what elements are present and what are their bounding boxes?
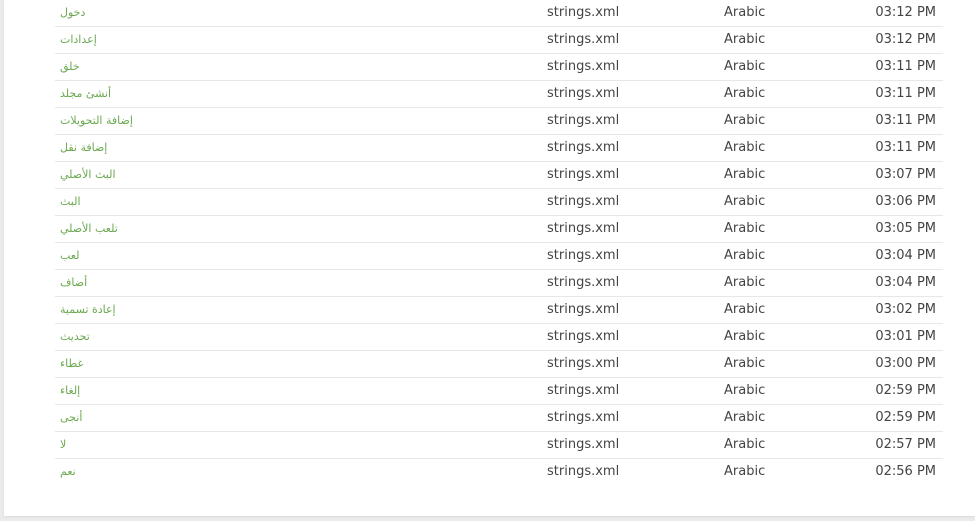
language-name: Arabic bbox=[724, 302, 766, 317]
file-name: strings.xml bbox=[547, 356, 620, 371]
timestamp: 03:12 PM bbox=[875, 32, 936, 47]
table-row: لعب strings.xml Arabic 03:04 PM bbox=[55, 243, 943, 270]
language-name: Arabic bbox=[724, 167, 766, 182]
file-name: strings.xml bbox=[547, 194, 620, 209]
table-row: لا strings.xml Arabic 02:57 PM bbox=[55, 432, 943, 459]
table-row: إعدادات strings.xml Arabic 03:12 PM bbox=[55, 27, 943, 54]
file-name: strings.xml bbox=[547, 5, 620, 20]
translation-text-link[interactable]: إضافة التحويلات bbox=[60, 108, 133, 134]
translation-text-link[interactable]: أنشئ مجلد bbox=[60, 81, 111, 107]
file-name: strings.xml bbox=[547, 59, 620, 74]
file-name: strings.xml bbox=[547, 221, 620, 236]
translation-text-link[interactable]: نعم bbox=[60, 459, 76, 485]
timestamp: 03:12 PM bbox=[875, 5, 936, 20]
timestamp: 03:11 PM bbox=[875, 113, 936, 128]
table-row: غطاء strings.xml Arabic 03:00 PM bbox=[55, 351, 943, 378]
table-row: تحديث strings.xml Arabic 03:01 PM bbox=[55, 324, 943, 351]
timestamp: 03:02 PM bbox=[875, 302, 936, 317]
translation-text-link[interactable]: البث bbox=[60, 189, 81, 215]
timestamp: 03:11 PM bbox=[875, 140, 936, 155]
file-name: strings.xml bbox=[547, 275, 620, 290]
table-row: إضافة التحويلات strings.xml Arabic 03:11… bbox=[55, 108, 943, 135]
table-row: تلعب الأصلي strings.xml Arabic 03:05 PM bbox=[55, 216, 943, 243]
language-name: Arabic bbox=[724, 140, 766, 155]
timestamp: 02:56 PM bbox=[875, 464, 936, 479]
file-name: strings.xml bbox=[547, 329, 620, 344]
timestamp: 03:04 PM bbox=[875, 275, 936, 290]
language-name: Arabic bbox=[724, 5, 766, 20]
file-name: strings.xml bbox=[547, 302, 620, 317]
file-name: strings.xml bbox=[547, 167, 620, 182]
file-name: strings.xml bbox=[547, 410, 620, 425]
language-name: Arabic bbox=[724, 275, 766, 290]
language-name: Arabic bbox=[724, 356, 766, 371]
timestamp: 03:01 PM bbox=[875, 329, 936, 344]
translation-text-link[interactable]: خلق bbox=[60, 54, 80, 80]
translation-text-link[interactable]: أضاف bbox=[60, 270, 87, 296]
translation-text-link[interactable]: أنجى bbox=[60, 405, 82, 431]
table-row: خلق strings.xml Arabic 03:11 PM bbox=[55, 54, 943, 81]
translation-text-link[interactable]: إلغاء bbox=[60, 378, 80, 404]
language-name: Arabic bbox=[724, 86, 766, 101]
table-row: البث strings.xml Arabic 03:06 PM bbox=[55, 189, 943, 216]
translation-text-link[interactable]: غطاء bbox=[60, 351, 83, 377]
language-name: Arabic bbox=[724, 437, 766, 452]
table-row: إعادة تسمية strings.xml Arabic 03:02 PM bbox=[55, 297, 943, 324]
timestamp: 03:07 PM bbox=[875, 167, 936, 182]
timestamp: 03:04 PM bbox=[875, 248, 936, 263]
file-name: strings.xml bbox=[547, 437, 620, 452]
timestamp: 03:05 PM bbox=[875, 221, 936, 236]
language-name: Arabic bbox=[724, 59, 766, 74]
translation-text-link[interactable]: لا bbox=[60, 432, 66, 458]
language-name: Arabic bbox=[724, 221, 766, 236]
language-name: Arabic bbox=[724, 329, 766, 344]
language-name: Arabic bbox=[724, 410, 766, 425]
table-row: دخول strings.xml Arabic 03:12 PM bbox=[55, 0, 943, 27]
timestamp: 03:11 PM bbox=[875, 59, 936, 74]
translation-text-link[interactable]: تحديث bbox=[60, 324, 90, 350]
translation-text-link[interactable]: البث الأصلي bbox=[60, 162, 116, 188]
file-name: strings.xml bbox=[547, 86, 620, 101]
timestamp: 03:06 PM bbox=[875, 194, 936, 209]
translation-text-link[interactable]: إعدادات bbox=[60, 27, 97, 53]
activity-list: دخول strings.xml Arabic 03:12 PM إعدادات… bbox=[55, 0, 943, 486]
table-row: البث الأصلي strings.xml Arabic 03:07 PM bbox=[55, 162, 943, 189]
language-name: Arabic bbox=[724, 248, 766, 263]
translation-text-link[interactable]: تلعب الأصلي bbox=[60, 216, 118, 242]
translation-text-link[interactable]: دخول bbox=[60, 0, 85, 26]
file-name: strings.xml bbox=[547, 464, 620, 479]
table-row: أضاف strings.xml Arabic 03:04 PM bbox=[55, 270, 943, 297]
timestamp: 03:11 PM bbox=[875, 86, 936, 101]
language-name: Arabic bbox=[724, 464, 766, 479]
activity-panel: دخول strings.xml Arabic 03:12 PM إعدادات… bbox=[4, 0, 975, 516]
table-row: إلغاء strings.xml Arabic 02:59 PM bbox=[55, 378, 943, 405]
table-row: أنجى strings.xml Arabic 02:59 PM bbox=[55, 405, 943, 432]
translation-text-link[interactable]: إضافة نقل bbox=[60, 135, 107, 161]
file-name: strings.xml bbox=[547, 140, 620, 155]
file-name: strings.xml bbox=[547, 113, 620, 128]
file-name: strings.xml bbox=[547, 32, 620, 47]
table-row: أنشئ مجلد strings.xml Arabic 03:11 PM bbox=[55, 81, 943, 108]
file-name: strings.xml bbox=[547, 383, 620, 398]
language-name: Arabic bbox=[724, 113, 766, 128]
table-row: إضافة نقل strings.xml Arabic 03:11 PM bbox=[55, 135, 943, 162]
language-name: Arabic bbox=[724, 32, 766, 47]
language-name: Arabic bbox=[724, 194, 766, 209]
timestamp: 03:00 PM bbox=[875, 356, 936, 371]
timestamp: 02:59 PM bbox=[875, 383, 936, 398]
translation-text-link[interactable]: لعب bbox=[60, 243, 79, 269]
timestamp: 02:59 PM bbox=[875, 410, 936, 425]
language-name: Arabic bbox=[724, 383, 766, 398]
translation-text-link[interactable]: إعادة تسمية bbox=[60, 297, 116, 323]
table-row: نعم strings.xml Arabic 02:56 PM bbox=[55, 459, 943, 486]
timestamp: 02:57 PM bbox=[875, 437, 936, 452]
file-name: strings.xml bbox=[547, 248, 620, 263]
